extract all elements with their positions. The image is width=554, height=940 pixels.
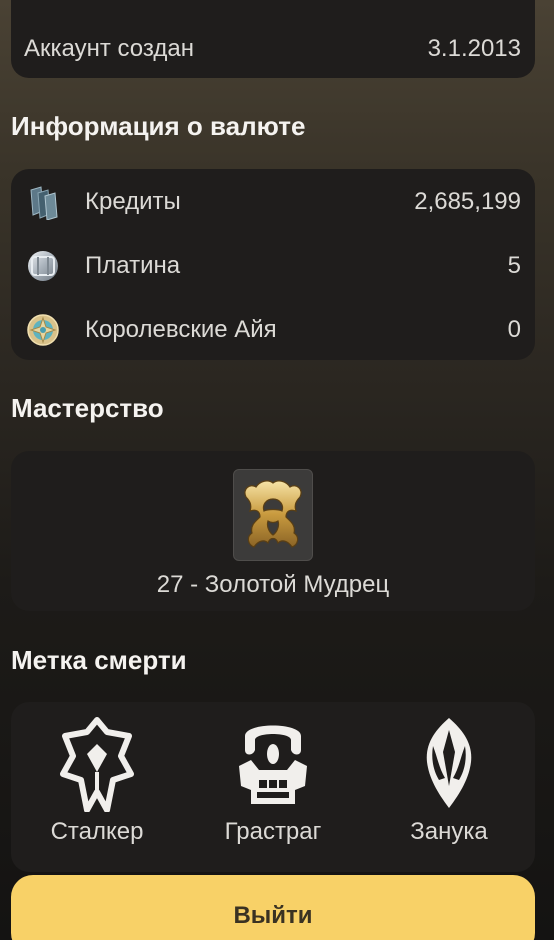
currency-row-aya: Королевские Айя 0 xyxy=(11,310,535,350)
credits-value: 2,685,199 xyxy=(414,188,521,215)
stalker-icon xyxy=(60,717,134,812)
account-created-label: Аккаунт создан xyxy=(24,35,194,62)
zanuka-icon xyxy=(426,718,472,808)
currency-row-platinum: Платина 5 xyxy=(11,246,535,286)
mastery-section-title: Мастерство xyxy=(11,393,164,423)
platinum-label: Платина xyxy=(85,252,181,279)
account-created-value: 3.1.2013 xyxy=(427,35,521,62)
platinum-value: 5 xyxy=(507,252,521,279)
mastery-card: 27 - Золотой Мудрец xyxy=(11,451,535,611)
credits-label: Кредиты xyxy=(85,188,181,215)
logout-button[interactable]: Выйти xyxy=(11,875,535,940)
grustrag-label: Грастраг xyxy=(224,818,322,845)
mastery-rank-icon xyxy=(233,469,313,561)
death-marks-section-title: Метка смерти xyxy=(11,645,187,675)
death-marks-card: Сталкер Грастраг Занука xyxy=(11,702,535,872)
mastery-rank-text: 27 - Золотой Мудрец xyxy=(156,571,390,598)
death-mark-grustrag: Грастраг xyxy=(198,702,348,862)
stalker-label: Сталкер xyxy=(50,818,144,845)
currency-section-title: Информация о валюте xyxy=(11,111,306,141)
account-created-row: Аккаунт создан 3.1.2013 xyxy=(11,29,535,69)
account-card: Аккаунт создан 3.1.2013 xyxy=(11,0,535,78)
currency-row-credits: Кредиты 2,685,199 xyxy=(11,182,535,222)
aya-icon xyxy=(23,310,63,350)
aya-value: 0 xyxy=(507,316,521,343)
death-mark-stalker: Сталкер xyxy=(22,702,172,862)
currency-card: Кредиты 2,685,199 Платина 5 Королевские … xyxy=(11,169,535,360)
platinum-icon xyxy=(23,246,63,286)
grustrag-icon xyxy=(239,725,307,804)
credits-icon xyxy=(23,182,63,222)
aya-label: Королевские Айя xyxy=(85,316,277,343)
death-mark-zanuka: Занука xyxy=(374,702,524,862)
zanuka-label: Занука xyxy=(410,818,488,845)
